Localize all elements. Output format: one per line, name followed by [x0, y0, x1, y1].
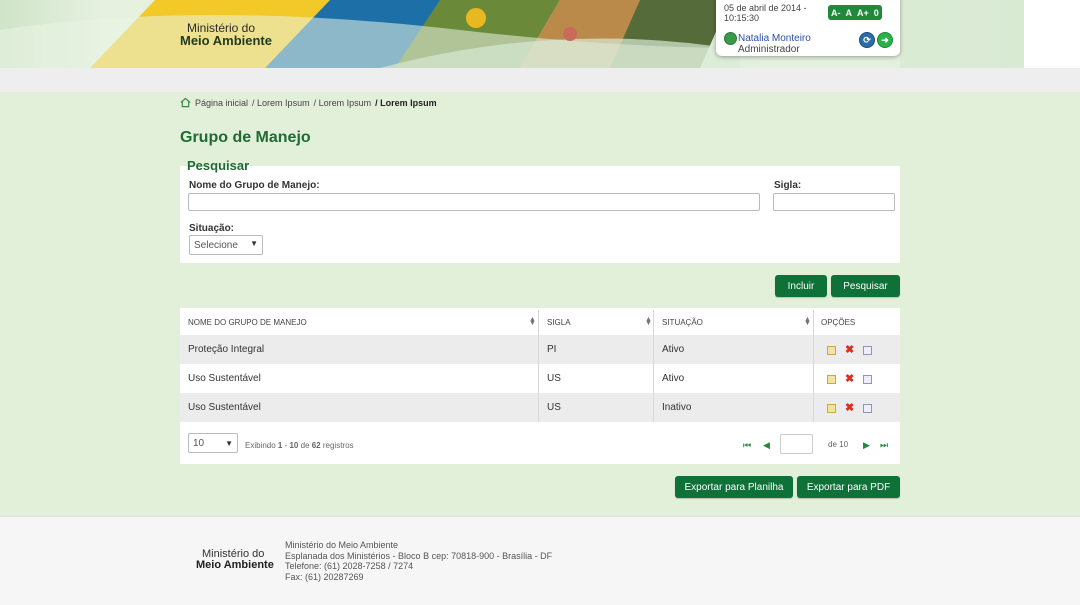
user-panel: 05 de abril de 2014 - 10:15:30 A- A A+ 0…: [716, 0, 900, 56]
table-row: [180, 364, 900, 393]
cell-nome: Uso Sustentável: [188, 402, 261, 413]
page-number-input[interactable]: [780, 434, 813, 454]
next-page-icon[interactable]: ▶: [863, 440, 870, 451]
breadcrumb-item[interactable]: / Lorem Ipsum: [314, 98, 372, 108]
column-header-nome[interactable]: NOME DO GRUPO DE MANEJO: [188, 318, 307, 327]
breadcrumb-current: / Lorem Ipsum: [375, 97, 437, 108]
nav-band: [0, 68, 1080, 93]
font-size-controls: A- A A+ 0: [828, 5, 882, 20]
situacao-select[interactable]: Selecione ▼: [189, 235, 263, 255]
situacao-label: Situação:: [189, 223, 235, 234]
user-name-link[interactable]: Natalia Monteiro: [738, 33, 811, 44]
edit-icon[interactable]: [827, 346, 836, 355]
first-page-icon[interactable]: ⏮: [743, 440, 751, 451]
org-logo-line2: Meio Ambiente: [180, 33, 272, 48]
column-divider: [538, 310, 539, 422]
page-title: Grupo de Manejo: [180, 129, 311, 146]
column-header-situacao[interactable]: SITUAÇÃO: [662, 318, 703, 327]
edit-icon[interactable]: [827, 404, 836, 413]
breadcrumb-home[interactable]: Página inicial: [195, 98, 248, 108]
column-header-opcoes: OPÇÕES: [821, 318, 856, 327]
font-increase-button[interactable]: A+: [857, 8, 869, 18]
delete-icon[interactable]: ✖: [845, 374, 854, 385]
cell-situacao: Inativo: [662, 402, 692, 413]
pesquisar-button[interactable]: Pesquisar: [831, 275, 900, 297]
view-icon[interactable]: [863, 404, 872, 413]
view-icon[interactable]: [863, 375, 872, 384]
sort-icon[interactable]: ▲ ▼: [645, 316, 652, 327]
user-role: Administrador: [738, 44, 800, 55]
cell-situacao: Ativo: [662, 373, 685, 384]
footer-address: Ministério do Meio Ambiente Esplanada do…: [285, 540, 552, 582]
name-label: Nome do Grupo de Manejo:: [189, 180, 320, 191]
user-icon: [724, 32, 737, 45]
home-icon[interactable]: [180, 97, 191, 108]
page-size-value: 10: [193, 437, 205, 449]
font-normal-button[interactable]: A: [846, 8, 853, 18]
column-divider: [813, 310, 814, 422]
logout-icon[interactable]: ➜: [877, 32, 893, 48]
footer-line: Ministério do Meio Ambiente: [285, 540, 399, 550]
header: Ministério do Meio Ambiente 05 de abril …: [0, 0, 1080, 68]
sort-icon[interactable]: ▲ ▼: [529, 316, 536, 327]
sigla-input[interactable]: [773, 193, 895, 211]
footer-line: Telefone: (61) 2028-7258 / 7274: [285, 561, 414, 571]
situacao-value: Selecione: [194, 239, 238, 251]
column-header-sigla[interactable]: SIGLA: [547, 318, 571, 327]
breadcrumb-item[interactable]: / Lorem Ipsum: [252, 98, 310, 108]
export-sheet-button[interactable]: Exportar para Planilha: [675, 476, 793, 498]
chevron-down-icon: ▼: [250, 239, 258, 248]
delete-icon[interactable]: ✖: [845, 345, 854, 356]
incluir-button[interactable]: Incluir: [775, 275, 827, 297]
pagination-info: Exibindo 1 - 10 de 62 registros: [245, 441, 354, 450]
footer-logo-line2: Meio Ambiente: [196, 559, 274, 571]
cell-situacao: Ativo: [662, 344, 685, 355]
cell-sigla: US: [547, 402, 561, 413]
datetime: 05 de abril de 2014 - 10:15:30: [724, 3, 807, 23]
footer-line: Esplanada dos Ministérios - Bloco B cep:…: [285, 550, 553, 561]
prev-page-icon[interactable]: ◀: [763, 440, 770, 451]
contrast-button[interactable]: 0: [874, 8, 879, 18]
name-input[interactable]: [188, 193, 760, 211]
settings-icon[interactable]: ⟳: [859, 32, 875, 48]
last-page-icon[interactable]: ⏭: [880, 440, 888, 451]
view-icon[interactable]: [863, 346, 872, 355]
footer-line: Fax: (61) 20287269: [285, 571, 364, 582]
edit-icon[interactable]: [827, 375, 836, 384]
delete-icon[interactable]: ✖: [845, 403, 854, 414]
table-row: [180, 335, 900, 364]
table-row: [180, 393, 900, 422]
cell-nome: Uso Sustentável: [188, 373, 261, 384]
page-size-select[interactable]: 10 ▼: [188, 433, 238, 453]
search-legend: Pesquisar: [187, 158, 250, 173]
breadcrumb: Página inicial / Lorem Ipsum / Lorem Ips…: [180, 97, 437, 108]
chevron-down-icon: ▼: [225, 439, 233, 448]
cell-sigla: PI: [547, 344, 557, 355]
column-divider: [653, 310, 654, 422]
cell-sigla: US: [547, 373, 561, 384]
font-decrease-button[interactable]: A-: [831, 8, 841, 18]
sort-icon[interactable]: ▲ ▼: [804, 316, 811, 327]
cell-nome: Proteção Integral: [188, 344, 265, 355]
sigla-label: Sigla:: [774, 180, 802, 191]
export-pdf-button[interactable]: Exportar para PDF: [797, 476, 900, 498]
page-total: de 10: [828, 440, 849, 449]
